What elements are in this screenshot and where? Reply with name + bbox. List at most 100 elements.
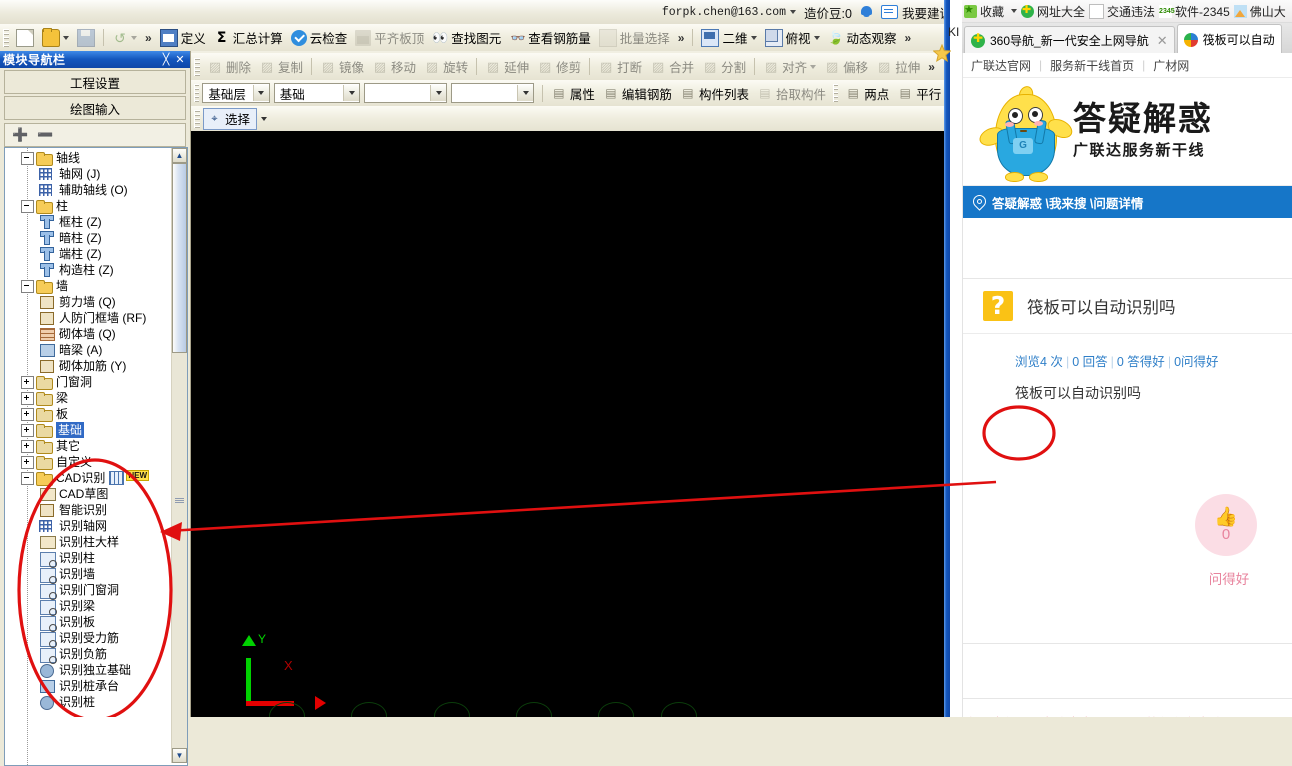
account-email-group[interactable]: forpk.chen@163.com [662,6,797,19]
tree-folder[interactable]: 其它 [5,438,171,454]
tree-item[interactable]: 智能识别 [5,502,171,518]
context-combo-3[interactable] [451,83,535,103]
notification-button[interactable] [860,5,873,20]
collapse-icon[interactable] [21,279,34,293]
toolbar-overflow-button[interactable]: » [141,31,156,45]
scroll-down-arrow[interactable]: ▼ [172,748,187,763]
tree-folder[interactable]: 基础 [5,422,171,438]
scroll-up-arrow[interactable]: ▲ [172,148,187,163]
expand-icon[interactable] [21,391,34,405]
toolbar-gripper[interactable] [194,109,200,128]
tree-item[interactable]: 识别柱大样 [5,534,171,550]
tree-item[interactable]: 砌体墙 (Q) [5,326,171,342]
drawing-input-button[interactable]: 绘图输入 [4,96,186,120]
batch-select-button[interactable]: 批量选择 [595,26,674,50]
tree-item[interactable]: 识别门窗洞 [5,582,171,600]
expand-icon[interactable] [21,455,34,469]
tree-folder[interactable]: 梁 [5,390,171,406]
collapse-icon[interactable] [21,151,34,165]
scrollbar-track[interactable] [172,353,187,748]
tree-item[interactable]: 剪力墙 (Q) [5,294,171,310]
pin-icon[interactable]: ╳ [159,53,173,66]
site-link-0[interactable]: 广联达官网 [971,57,1031,74]
flatten-slab-button[interactable]: 平齐板顶 [351,26,428,50]
toolbar-gripper[interactable] [3,28,9,47]
rotate-button[interactable]: ▨ 旋转 [420,55,472,79]
close-icon[interactable]: ✕ [173,53,187,66]
expand-icon[interactable] [21,407,34,421]
chevron-down-icon[interactable] [813,35,820,40]
extend-button[interactable]: ▨ 延伸 [481,55,533,79]
tree-folder[interactable]: 墙 [5,278,171,294]
site-link-1[interactable]: 服务新干线首页 [1050,57,1134,74]
tree-folder[interactable]: CAD识别 NEW [5,469,171,486]
bookmark-3[interactable]: 2345 软件-2345 [1159,3,1230,20]
context-combo-1[interactable]: 基础 [273,83,361,103]
chevron-down-icon[interactable] [517,85,534,101]
copy-button[interactable]: ▨ 复制 [255,55,307,79]
select-tool-dropdown[interactable] [257,109,270,129]
tree-item[interactable]: 暗梁 (A) [5,342,171,358]
tree-item[interactable]: 暗柱 (Z) [5,230,171,246]
tree-item[interactable]: CAD草图 [5,486,171,502]
select-tool-button[interactable]: ⌖ 选择 [203,107,258,130]
tree-item[interactable]: 构造柱 (Z) [5,262,171,278]
view-top-button[interactable]: 俯视 [761,26,824,50]
chevron-down-icon[interactable] [790,10,797,14]
dynamic-observe-button[interactable]: 🍃 动态观察 [824,26,901,50]
tree-item[interactable]: 识别板 [5,614,171,632]
main-toolbar-overflow[interactable]: » [674,31,689,45]
good-question-button[interactable]: 👍 0 [1195,494,1257,556]
scrollbar-thumb[interactable] [172,163,187,353]
project-settings-button[interactable]: 工程设置 [4,70,186,94]
component-tree[interactable]: 轴线 轴网 (J) 辅助轴线 (O) 柱框柱 (Z) 暗柱 (Z) 端柱 (Z) 构造柱 (… [4,147,188,766]
find-element-button[interactable]: 👀 查找图元 [428,26,505,50]
collapse-icon[interactable] [21,199,34,213]
toolbar-gripper[interactable] [832,84,839,102]
chevron-down-icon[interactable] [63,35,69,40]
new-file-button[interactable] [12,26,38,50]
tree-folder[interactable]: 自定义 [5,454,171,470]
view-2d-button[interactable]: 二维 [697,26,760,50]
tree-folder[interactable]: 门窗洞 [5,374,171,390]
chevron-down-icon[interactable] [430,85,447,101]
expand-icon[interactable] [21,439,34,453]
toolbar-gripper[interactable] [194,57,200,76]
tree-item[interactable]: 识别柱 [5,550,171,568]
tree-item[interactable]: 框柱 (Z) [5,214,171,230]
pick-component-button[interactable]: ▤ 拾取构件 [753,81,830,105]
bookmark-4[interactable]: 佛山大 [1233,3,1286,20]
chevron-down-icon[interactable] [343,85,360,101]
chevron-down-icon[interactable] [810,64,817,69]
tree-item[interactable]: 识别墙 [5,566,171,584]
cloud-check-button[interactable]: 云检查 [287,26,352,50]
tree-item[interactable]: 识别梁 [5,598,171,616]
split-button[interactable]: ▨ 分割 [698,55,750,79]
tree-item[interactable]: 人防门框墙 (RF) [5,310,171,326]
tree-item[interactable]: 端柱 (Z) [5,246,171,262]
add-icon[interactable]: ➕ [12,128,28,143]
view-toolbar-overflow[interactable]: » [901,31,916,45]
close-icon[interactable]: ✕ [1157,33,1168,49]
expand-icon[interactable] [21,375,34,389]
chevron-down-icon[interactable] [131,35,137,40]
expand-icon[interactable] [21,423,34,437]
bookmark-1[interactable]: 网址大全 [1021,3,1085,20]
chevron-down-icon[interactable] [750,35,757,40]
tree-scrollbar[interactable]: ▲ ▼ [171,148,187,763]
trim-button[interactable]: ▨ 修剪 [533,55,585,79]
context-combo-2[interactable] [364,83,448,103]
toolbar-gripper[interactable] [194,84,200,102]
parallel-button[interactable]: ▤ 平行 [893,81,945,105]
tree-item[interactable]: 识别独立基础 [5,662,171,678]
browser-tab-1[interactable]: 筏板可以自动 [1176,24,1282,54]
break-button[interactable]: ▨ 打断 [594,55,646,79]
bookmark-2[interactable]: 交通违法 [1089,3,1155,20]
tree-folder[interactable]: 轴线 [5,150,171,166]
summary-calc-button[interactable]: Σ 汇总计算 [210,26,287,50]
like-widget[interactable]: 👍 0 问得好 [1183,490,1292,620]
tree-folder[interactable]: 柱 [5,198,171,214]
browser-tab-0[interactable]: 360导航_新一代安全上网导航 ✕ [964,26,1175,54]
offset-button[interactable]: ▨ 偏移 [820,55,872,79]
stretch-button[interactable]: ▨ 拉伸 [872,55,924,79]
